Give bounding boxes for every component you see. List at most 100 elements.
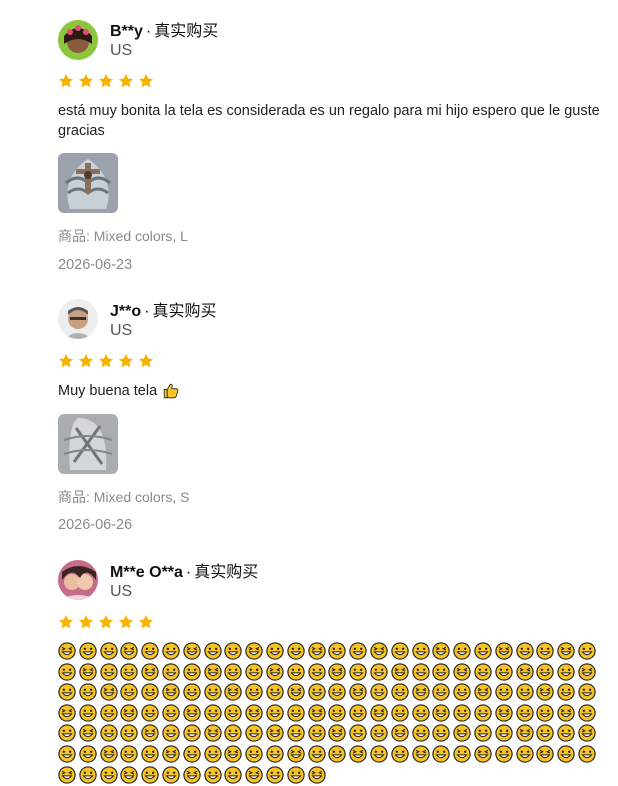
smiley-emoji-icon [58, 745, 76, 763]
smiley-emoji-icon [557, 745, 575, 763]
review-date: 2026-06-26 [58, 517, 133, 533]
smiley-emoji-icon [287, 662, 305, 681]
smiley-emoji-icon [162, 765, 180, 784]
smiley-emoji-icon [224, 642, 243, 660]
smiley-emoji-icon [99, 724, 118, 743]
avatar-image [58, 299, 98, 339]
smiley-emoji-icon [578, 704, 596, 722]
smiley-emoji-icon [370, 642, 388, 660]
smiley-emoji-icon [495, 683, 513, 701]
smiley-emoji-icon [183, 662, 201, 681]
star-icon [139, 354, 153, 368]
smiley-emoji-icon [578, 642, 596, 660]
review-photo[interactable] [58, 414, 118, 474]
reviewer-name-line: J**o · 真实购买 [110, 303, 217, 320]
smiley-emoji-icon [495, 642, 513, 660]
star-icon [119, 354, 133, 368]
smiley-emoji-icon [203, 662, 222, 681]
smiley-emoji-icon [287, 704, 305, 722]
star-icon [119, 74, 133, 88]
star-icon [99, 74, 113, 88]
smiley-emoji-icon [349, 662, 367, 681]
thumbs-up-icon [163, 383, 179, 399]
smiley-emoji-icon [328, 642, 347, 660]
smiley-emoji-icon [162, 642, 180, 660]
smiley-emoji-icon [495, 745, 513, 763]
review-photo[interactable] [58, 153, 118, 213]
smiley-emoji-icon [349, 704, 367, 722]
reviewer-country: US [110, 583, 133, 600]
smiley-emoji-icon [536, 683, 555, 701]
smiley-emoji-icon [515, 662, 534, 681]
smiley-emoji-icon [495, 724, 513, 743]
smiley-emoji-icon [391, 724, 409, 743]
smiley-emoji-icon [370, 683, 388, 701]
smiley-emoji-icon [453, 724, 471, 743]
smiley-emoji-icon [411, 642, 430, 660]
smiley-emoji-icon [515, 724, 534, 743]
smiley-emoji-icon [453, 642, 471, 660]
review-date: 2026-06-23 [58, 257, 133, 273]
smiley-emoji-icon [453, 704, 471, 722]
smiley-emoji-icon [391, 642, 409, 660]
smiley-emoji-icon [307, 683, 326, 701]
reviewer-name: J**o [110, 303, 142, 320]
smiley-emoji-icon [391, 662, 409, 681]
smiley-emoji-icon [224, 724, 243, 743]
smiley-emoji-icon [266, 745, 284, 763]
smiley-emoji-icon [99, 683, 118, 701]
reviewer-name-line: M**e O**a · 真实购买 [110, 564, 259, 581]
smiley-emoji-icon [141, 765, 159, 784]
avatar[interactable] [58, 299, 98, 339]
smiley-emoji-icon [578, 745, 596, 763]
smiley-emoji-icon [515, 683, 534, 701]
smiley-emoji-icon [266, 642, 284, 660]
smiley-emoji-icon [79, 662, 97, 681]
smiley-emoji-icon [557, 662, 575, 681]
smiley-emoji-icon [287, 642, 305, 660]
star-icon [99, 354, 113, 368]
smiley-emoji-icon [141, 704, 159, 722]
smiley-emoji-icon [245, 745, 263, 763]
smiley-emoji-icon [557, 724, 575, 743]
smiley-emoji-icon [307, 662, 326, 681]
smiley-emoji-icon [515, 745, 534, 763]
smiley-emoji-icon [183, 724, 201, 743]
smiley-emoji-icon [58, 765, 76, 784]
smiley-emoji-icon [224, 704, 243, 722]
smiley-emoji-icon [120, 724, 139, 743]
smiley-emoji-icon [536, 704, 555, 722]
smiley-emoji-icon [328, 662, 347, 681]
smiley-emoji-icon [224, 662, 243, 681]
smiley-emoji-icon [453, 745, 471, 763]
smiley-emoji-icon [536, 662, 555, 681]
smiley-emoji-icon [474, 745, 492, 763]
smiley-emoji-icon [224, 765, 243, 784]
smiley-emoji-icon [58, 662, 76, 681]
smiley-emoji-icon [99, 765, 118, 784]
smiley-emoji-icon [79, 745, 97, 763]
avatar[interactable] [58, 560, 98, 600]
product-variant-label: 商品: [58, 489, 90, 505]
smiley-emoji-icon [162, 662, 180, 681]
star-icon [79, 74, 93, 88]
smiley-emoji-icon [411, 704, 430, 722]
smiley-emoji-icon [391, 745, 409, 763]
smiley-emoji-icon [287, 765, 305, 784]
smiley-emoji-icon [474, 704, 492, 722]
smiley-emoji-icon [266, 765, 284, 784]
reviewer-country: US [110, 322, 133, 339]
review-photo-image [58, 414, 118, 474]
smiley-emoji-icon [183, 642, 201, 660]
reviewer-name: B**y [110, 23, 143, 40]
smiley-emoji-icon [432, 642, 451, 660]
smiley-emoji-icon [474, 662, 492, 681]
avatar[interactable] [58, 20, 98, 60]
smiley-emoji-icon [245, 704, 263, 722]
verified-purchase-badge: 真实购买 [152, 303, 217, 320]
smiley-emoji-icon [162, 683, 180, 701]
smiley-emoji-icon [453, 662, 471, 681]
verified-purchase-badge: 真实购买 [154, 23, 219, 40]
smiley-emoji-icon [203, 724, 222, 743]
smiley-emoji-icon [183, 683, 201, 701]
